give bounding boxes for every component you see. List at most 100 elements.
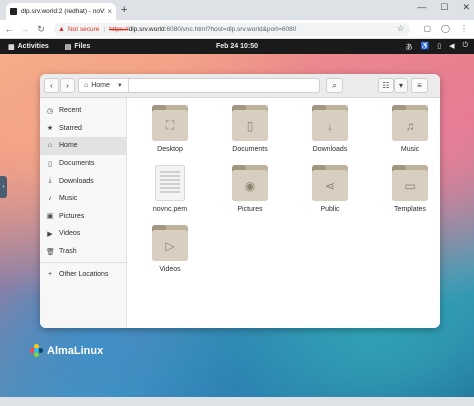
browser-tab[interactable]: dlp.srv.world:2 (redhat) - noVNC × [6, 3, 116, 20]
sidebar-item-label: Downloads [59, 177, 94, 185]
profile-icon[interactable]: ◯ [441, 24, 450, 33]
folder-icon: ◉ [232, 165, 268, 201]
maximize-button[interactable]: ☐ [440, 2, 448, 13]
file-name: Desktop [157, 146, 183, 153]
file-name: Downloads [312, 146, 348, 153]
file-name: Music [400, 146, 420, 153]
file-item-downloads[interactable]: ↓ Downloads [300, 105, 360, 153]
sidebar-item-home[interactable]: ⌂ Home [40, 137, 126, 155]
bookmark-star-icon[interactable]: ☆ [397, 24, 404, 33]
text-file-icon [155, 165, 185, 201]
sidebar-item-label: Recent [59, 107, 82, 115]
header-bar: ‹ › ⌂ Home ▼ ⌕ ☷ ▾ ≡ [40, 74, 440, 98]
breadcrumb-home[interactable]: ⌂ Home ▼ [79, 79, 129, 92]
sidebar-item-other-locations[interactable]: + Other Locations [40, 265, 126, 283]
activities-label: Activities [17, 43, 49, 50]
back-arrow-icon[interactable]: ← [2, 24, 16, 34]
network-icon[interactable]: ▯ [437, 42, 441, 52]
app-menu[interactable]: ▤ Files [65, 43, 91, 51]
not-secure-label[interactable]: Not secure [68, 26, 99, 33]
file-item-pictures[interactable]: ◉ Pictures [220, 165, 280, 213]
file-item-templates[interactable]: ▭ Templates [380, 165, 440, 213]
camera-emblem-icon: ◉ [232, 170, 268, 201]
close-window-button[interactable]: ✕ [462, 2, 470, 13]
music-emblem-icon: ♫ [392, 110, 428, 141]
sidebar-item-label: Videos [59, 230, 81, 238]
extensions-icon[interactable]: ▢ [423, 24, 431, 33]
breadcrumb-label: Home [91, 82, 110, 89]
video-icon: ▶ [47, 230, 53, 238]
search-button[interactable]: ⌕ [326, 78, 343, 93]
warning-icon[interactable]: ▲ [58, 26, 65, 33]
tab-close-icon[interactable]: × [107, 7, 112, 16]
new-tab-button[interactable]: + [121, 4, 127, 16]
input-method-indicator[interactable]: あ [405, 42, 412, 52]
file-name: Templates [394, 206, 426, 213]
system-tray: あ ♿ ▯ ◀ ⏻ [405, 42, 468, 52]
address-bar[interactable]: ▲ Not secure | https:// dlp.srv.world :6… [54, 23, 410, 36]
file-item-public[interactable]: ⋖ Public [300, 165, 360, 213]
view-options-button[interactable]: ▾ [394, 78, 408, 93]
browser-actions: ▢ ◯ ⋮ [423, 24, 468, 33]
power-icon[interactable]: ⏻ [462, 42, 468, 52]
forward-button[interactable]: › [60, 78, 75, 93]
folder-icon: ♫ [392, 105, 428, 141]
sidebar-item-videos[interactable]: ▶ Videos [40, 225, 126, 243]
sidebar-item-music[interactable]: ♪ Music [40, 190, 126, 208]
novnc-control-bar-handle[interactable]: › [0, 176, 7, 198]
tab-title: dlp.srv.world:2 (redhat) - noVNC [21, 8, 106, 15]
url-scheme: https:// [109, 26, 129, 33]
star-icon: ★ [46, 125, 54, 133]
template-emblem-icon: ▭ [392, 170, 428, 201]
path-bar[interactable]: ⌂ Home ▼ [78, 78, 320, 93]
places-sidebar: ◷ Recent ★ Starred ⌂ Home ▯ Documents ⤓ Downl… [40, 98, 127, 328]
download-icon: ⤓ [48, 177, 52, 185]
caret-down-icon: ▼ [116, 82, 123, 89]
hamburger-menu-icon: ≡ [417, 81, 422, 90]
file-name: Videos [159, 266, 181, 273]
view-toggle-button[interactable]: ☷ [378, 78, 394, 93]
url-host: dlp.srv.world [128, 26, 165, 33]
download-emblem-icon: ↓ [312, 110, 348, 141]
file-item-desktop[interactable]: ⛶ Desktop [140, 105, 200, 153]
sidebar-item-starred[interactable]: ★ Starred [40, 120, 126, 138]
browser-menu-icon[interactable]: ⋮ [460, 24, 468, 33]
sidebar-item-downloads[interactable]: ⤓ Downloads [40, 172, 126, 190]
forward-arrow-icon[interactable]: → [18, 24, 32, 34]
folder-icon: ⛶ [152, 105, 188, 141]
document-emblem-icon: ▯ [232, 110, 268, 141]
file-item-novnc-pem[interactable]: novnc.pem [140, 165, 200, 213]
video-emblem-icon: ▷ [152, 230, 188, 261]
sidebar-item-label: Trash [59, 248, 77, 256]
music-icon: ♪ [48, 195, 52, 203]
gnome-top-bar: ▦ Activities ▤ Files Feb 24 10:50 あ ♿ ▯ … [0, 39, 474, 54]
sidebar-item-label: Home [59, 142, 78, 150]
trash-icon: 🗑 [46, 248, 55, 256]
sidebar-item-label: Music [59, 195, 78, 203]
home-icon: ⌂ [47, 142, 53, 150]
chevron-left-icon: ‹ [50, 81, 53, 90]
volume-icon[interactable]: ◀ [449, 42, 454, 52]
accessibility-icon[interactable]: ♿ [420, 42, 429, 52]
caret-down-icon: ▾ [398, 81, 403, 90]
reload-icon[interactable]: ↻ [34, 24, 48, 35]
plus-icon: + [47, 270, 53, 278]
sidebar-item-recent[interactable]: ◷ Recent [40, 102, 126, 120]
sidebar-item-trash[interactable]: 🗑 Trash [40, 243, 126, 261]
sidebar-item-label: Other Locations [59, 270, 109, 278]
sidebar-item-documents[interactable]: ▯ Documents [40, 155, 126, 173]
file-item-documents[interactable]: ▯ Documents [220, 105, 280, 153]
file-item-videos[interactable]: ▷ Videos [140, 225, 200, 273]
picture-icon: ▣ [46, 213, 54, 221]
home-icon: ⌂ [84, 82, 89, 89]
activities-button[interactable]: ▦ Activities [8, 43, 49, 51]
minimize-button[interactable]: — [417, 2, 426, 13]
back-button[interactable]: ‹ [44, 78, 59, 93]
app-menu-label: Files [74, 43, 91, 50]
sidebar-divider [40, 262, 126, 264]
folder-icon: ▭ [392, 165, 428, 201]
file-item-music[interactable]: ♫ Music [380, 105, 440, 153]
main-menu-button[interactable]: ≡ [411, 78, 428, 93]
sidebar-item-pictures[interactable]: ▣ Pictures [40, 208, 126, 226]
folder-icon: ▯ [232, 105, 268, 141]
